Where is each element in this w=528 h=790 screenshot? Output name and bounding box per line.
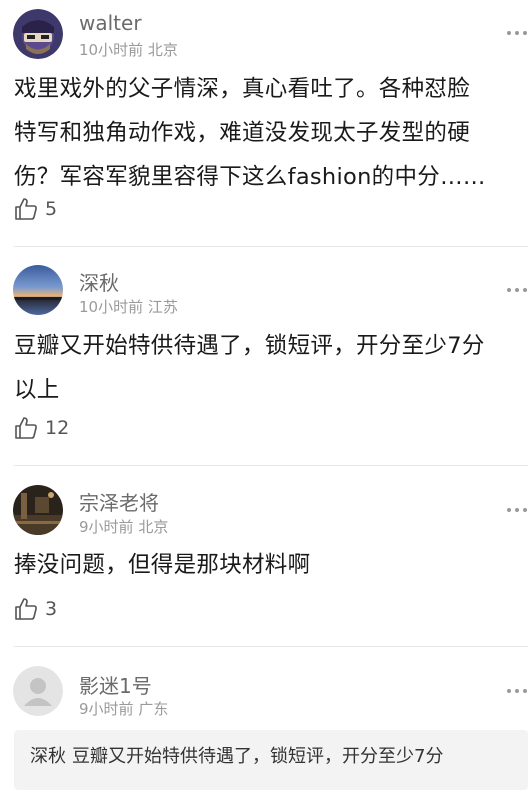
timestamp: 10小时前 bbox=[79, 41, 144, 59]
comment-meta: 9小时前 广东 bbox=[79, 698, 168, 719]
divider bbox=[14, 646, 528, 647]
comment-meta: 10小时前 江苏 bbox=[79, 296, 178, 317]
quoted-reply-content: 豆瓣又开始特供待遇了，锁短评，开分至少7分 bbox=[72, 746, 444, 767]
divider bbox=[14, 246, 528, 247]
avatar[interactable] bbox=[13, 265, 63, 315]
thumbs-up-icon bbox=[15, 417, 37, 439]
comment-line: 特写和独角动作戏，难道没发现太子发型的硬 bbox=[14, 120, 471, 146]
timestamp: 10小时前 bbox=[79, 298, 144, 316]
like-count: 3 bbox=[45, 598, 58, 620]
username[interactable]: walter bbox=[79, 11, 142, 35]
avatar[interactable] bbox=[13, 9, 63, 59]
like-count: 5 bbox=[45, 198, 58, 220]
location: 江苏 bbox=[147, 298, 178, 316]
timestamp: 9小时前 bbox=[79, 518, 134, 536]
comment-line: 以上 bbox=[14, 377, 60, 403]
timestamp: 9小时前 bbox=[79, 700, 134, 718]
username[interactable]: 影迷1号 bbox=[79, 670, 152, 699]
location: 北京 bbox=[138, 518, 169, 536]
comment-text: 豆瓣又开始特供待遇了，锁短评，开分至少7分 以上 bbox=[14, 324, 524, 412]
comment-meta: 10小时前 北京 bbox=[79, 39, 178, 60]
quoted-reply-user[interactable]: 深秋 bbox=[30, 746, 66, 767]
quoted-reply[interactable]: 深秋 豆瓣又开始特供待遇了，锁短评，开分至少7分 bbox=[14, 730, 528, 790]
thumbs-up-icon bbox=[15, 598, 37, 620]
divider bbox=[14, 465, 528, 466]
quoted-reply-text: 深秋 豆瓣又开始特供待遇了，锁短评，开分至少7分 bbox=[30, 742, 443, 768]
comment-text: 戏里戏外的父子情深，真心看吐了。各种怼脸 特写和独角动作戏，难道没发现太子发型的… bbox=[14, 67, 524, 199]
location: 广东 bbox=[138, 700, 169, 718]
comment-text: 捧没问题，但得是那块材料啊 bbox=[14, 543, 524, 587]
more-dots-icon[interactable] bbox=[504, 285, 528, 295]
comment-line: 捧没问题，但得是那块材料啊 bbox=[14, 552, 311, 578]
avatar[interactable] bbox=[13, 485, 63, 535]
username[interactable]: 深秋 bbox=[79, 267, 119, 296]
default-user-avatar[interactable] bbox=[13, 666, 63, 716]
comment-meta: 9小时前 北京 bbox=[79, 516, 168, 537]
like-count: 12 bbox=[45, 417, 70, 439]
comment-line: 戏里戏外的父子情深，真心看吐了。各种怼脸 bbox=[14, 76, 471, 102]
more-dots-icon[interactable] bbox=[504, 28, 528, 38]
more-dots-icon[interactable] bbox=[504, 686, 528, 696]
thumbs-up-icon bbox=[15, 198, 37, 220]
comment-line: 伤？军容军貌里容得下这么fashion的中分…… bbox=[14, 164, 486, 190]
location: 北京 bbox=[147, 41, 178, 59]
comment-line: 豆瓣又开始特供待遇了，锁短评，开分至少7分 bbox=[14, 333, 485, 359]
username[interactable]: 宗泽老将 bbox=[79, 487, 159, 516]
more-dots-icon[interactable] bbox=[504, 505, 528, 515]
